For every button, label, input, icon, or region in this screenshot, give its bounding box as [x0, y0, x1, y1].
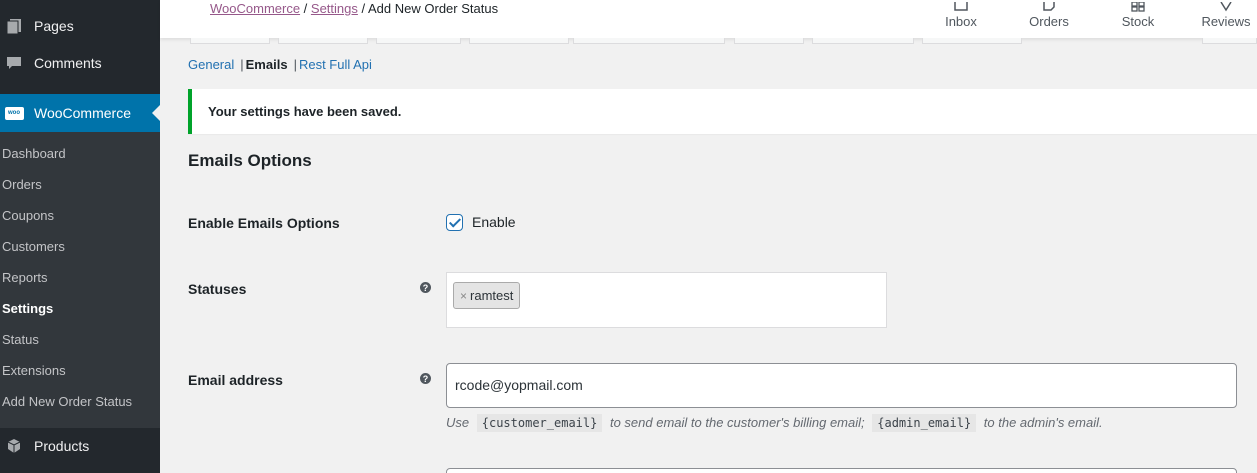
subnav-separator: | — [293, 57, 297, 72]
orders-label: Orders — [1029, 14, 1069, 29]
reviews-button[interactable]: Reviews — [1200, 0, 1252, 29]
breadcrumb-settings-link[interactable]: Settings — [311, 1, 358, 16]
breadcrumb-woocommerce-link[interactable]: WooCommerce — [210, 1, 300, 16]
status-chip-label: ramtest — [470, 288, 514, 303]
reviews-star-icon — [1200, 0, 1252, 14]
menu-comments-label: Comments — [34, 55, 102, 71]
settings-tab[interactable] — [734, 38, 804, 44]
settings-tab[interactable] — [573, 38, 725, 44]
desc-use: Use — [446, 415, 470, 430]
help-tip-icon[interactable]: ? — [420, 373, 431, 384]
enable-emails-label: Enable Emails Options — [188, 215, 340, 231]
submenu-add-new-order-status[interactable]: Add New Order Status — [2, 394, 132, 409]
stock-button[interactable]: Stock — [1120, 0, 1156, 29]
inbox-button[interactable]: Inbox — [945, 0, 977, 29]
email-address-description: Use {customer_email} to send email to th… — [446, 414, 1103, 432]
menu-pages[interactable]: Pages — [0, 10, 160, 42]
customer-email-tag: {customer_email} — [476, 414, 603, 432]
breadcrumb-current: Add New Order Status — [368, 1, 499, 16]
settings-tab-strip — [190, 38, 1257, 44]
current-menu-arrow — [152, 105, 160, 121]
section-subnav: General | Emails | Rest Full Api — [188, 57, 372, 72]
enable-checkbox-label[interactable]: Enable — [472, 214, 516, 230]
menu-woocommerce-label: WooCommerce — [34, 105, 131, 121]
woocommerce-icon: woo — [2, 106, 26, 120]
submenu-settings[interactable]: Settings — [2, 301, 53, 316]
menu-products[interactable]: Products — [0, 430, 160, 462]
settings-tab[interactable] — [922, 38, 1022, 44]
statuses-multiselect[interactable]: × ramtest — [446, 272, 887, 328]
breadcrumb: WooCommerce / Settings / Add New Order S… — [210, 1, 498, 16]
settings-tab[interactable] — [376, 38, 461, 44]
next-field-input[interactable] — [446, 468, 1237, 473]
stock-icon — [1120, 0, 1156, 14]
settings-tab[interactable] — [278, 38, 368, 44]
orders-icon — [1026, 0, 1072, 14]
breadcrumb-separator: / — [357, 1, 369, 16]
submenu-status[interactable]: Status — [2, 332, 39, 347]
woocommerce-header: WooCommerce / Settings / Add New Order S… — [160, 0, 1257, 38]
submenu-dashboard[interactable]: Dashboard — [2, 146, 66, 161]
chip-remove-icon[interactable]: × — [460, 289, 467, 303]
settings-tab[interactable] — [469, 38, 569, 44]
woocommerce-submenu: Dashboard Orders Coupons Customers Repor… — [0, 132, 160, 428]
breadcrumb-separator: / — [300, 1, 311, 16]
settings-tab[interactable] — [812, 38, 914, 44]
menu-comments[interactable]: Comments — [0, 47, 160, 79]
status-chip: × ramtest — [453, 282, 521, 309]
inbox-label: Inbox — [945, 14, 977, 29]
email-address-input[interactable]: rcode@yopmail.com — [446, 363, 1237, 408]
submenu-coupons[interactable]: Coupons — [2, 208, 54, 223]
subnav-emails[interactable]: Emails — [246, 57, 288, 72]
subnav-rest-full-api[interactable]: Rest Full Api — [299, 57, 372, 72]
admin-email-tag: {admin_email} — [872, 414, 977, 432]
inbox-icon — [945, 0, 977, 14]
settings-tab[interactable] — [1202, 38, 1257, 44]
submenu-reports[interactable]: Reports — [2, 270, 48, 285]
settings-tab[interactable] — [190, 38, 270, 44]
subnav-separator: | — [240, 57, 244, 72]
menu-products-label: Products — [34, 438, 90, 454]
subnav-general[interactable]: General — [188, 57, 234, 72]
products-icon — [2, 438, 26, 454]
email-address-label: Email address — [188, 372, 283, 388]
submenu-orders[interactable]: Orders — [2, 177, 42, 192]
stock-label: Stock — [1121, 14, 1155, 29]
notice-text: Your settings have been saved. — [208, 104, 402, 119]
enable-checkbox[interactable] — [446, 214, 463, 231]
statuses-label: Statuses — [188, 281, 247, 297]
settings-saved-notice: Your settings have been saved. — [188, 89, 1257, 134]
admin-sidebar: Pages Comments woo WooCommerce Dashboard… — [0, 0, 160, 473]
reviews-label: Reviews — [1201, 14, 1251, 29]
submenu-extensions[interactable]: Extensions — [2, 363, 66, 378]
woo-logo: woo — [4, 106, 24, 120]
orders-button[interactable]: Orders — [1026, 0, 1072, 29]
section-title: Emails Options — [188, 151, 312, 170]
pages-icon — [2, 18, 26, 34]
comments-icon — [2, 55, 26, 71]
menu-woocommerce[interactable]: woo WooCommerce — [0, 94, 160, 132]
help-tip-icon[interactable]: ? — [420, 282, 431, 293]
menu-pages-label: Pages — [34, 18, 74, 34]
submenu-customers[interactable]: Customers — [2, 239, 65, 254]
desc-mid: to send email to the customer's billing … — [609, 415, 865, 430]
desc-end: to the admin's email. — [983, 415, 1103, 430]
